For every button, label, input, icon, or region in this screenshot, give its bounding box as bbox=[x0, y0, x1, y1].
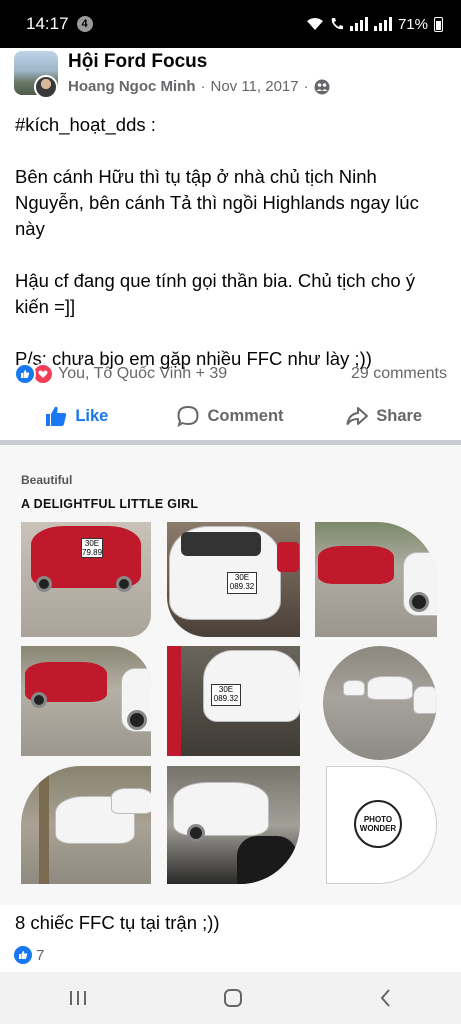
signal-icon-2 bbox=[373, 17, 392, 31]
post-body: #kích_hoạt_dds : Bên cánh Hữu thì tụ tập… bbox=[15, 112, 450, 372]
call-icon bbox=[331, 18, 343, 30]
group-name-link[interactable]: Hội Ford Focus bbox=[68, 51, 330, 73]
home-icon[interactable] bbox=[223, 988, 243, 1008]
meta-separator-2: · bbox=[303, 78, 309, 95]
status-bar: 14:17 4 71% bbox=[0, 0, 461, 48]
collage-photo[interactable] bbox=[167, 766, 300, 884]
collage-photo[interactable] bbox=[323, 646, 437, 760]
collage-photo[interactable]: 30E 089.32 bbox=[167, 646, 300, 756]
post-paragraph: Bên cánh Hữu thì tụ tập ở nhà chủ tịch N… bbox=[15, 166, 424, 239]
author-name-link[interactable]: Hoang Ngoc Minh bbox=[68, 77, 196, 97]
collage-title: A DELIGHTFUL LITTLE GIRL bbox=[21, 497, 199, 511]
share-label: Share bbox=[376, 406, 423, 425]
reaction-icons[interactable]: You, Tô Quốc Vinh + 39 bbox=[14, 363, 227, 385]
back-icon[interactable] bbox=[378, 988, 394, 1008]
reactions-names[interactable]: You, Tô Quốc Vinh + 39 bbox=[58, 365, 227, 383]
notification-count-badge: 4 bbox=[76, 16, 93, 32]
author-avatar[interactable] bbox=[34, 75, 58, 99]
status-time: 14:17 bbox=[26, 14, 69, 33]
group-members-icon bbox=[314, 79, 330, 95]
battery-percent: 71% bbox=[397, 15, 428, 33]
speech-bubble-icon bbox=[177, 405, 199, 427]
recent-apps-icon[interactable] bbox=[68, 989, 88, 1007]
share-arrow-icon bbox=[346, 407, 369, 425]
comment-button[interactable]: Comment bbox=[154, 405, 308, 427]
license-plate: 30E 089.32 bbox=[211, 684, 241, 706]
post2-caption: 8 chiếc FFC tụ tại trận ;)) bbox=[15, 912, 220, 933]
license-plate: 30E 089.32 bbox=[227, 572, 257, 594]
post2-reactions[interactable]: 7 bbox=[14, 946, 44, 964]
post2-reaction-count: 7 bbox=[36, 946, 45, 964]
battery-icon bbox=[434, 16, 443, 32]
share-button[interactable]: Share bbox=[307, 405, 461, 427]
like-button[interactable]: Like bbox=[0, 405, 154, 427]
post-actions-bar: Like Comment Share bbox=[0, 396, 461, 436]
wifi-icon bbox=[306, 18, 323, 30]
stamp-line-2: WONDER bbox=[359, 824, 397, 833]
post-paragraph: #kích_hoạt_dds : bbox=[15, 114, 156, 135]
collage-photo[interactable] bbox=[315, 522, 437, 637]
collage-subtitle: Beautiful bbox=[21, 473, 73, 487]
meta-separator: · bbox=[200, 78, 206, 95]
post-header: Hội Ford Focus Hoang Ngoc Minh · Nov 11,… bbox=[14, 51, 447, 99]
comment-label: Comment bbox=[207, 406, 284, 425]
thumbs-up-icon bbox=[46, 406, 67, 426]
signal-icon bbox=[349, 17, 368, 31]
like-reaction-icon bbox=[14, 946, 32, 964]
reactions-summary: You, Tô Quốc Vinh + 39 29 comments bbox=[14, 362, 447, 386]
post-date[interactable]: Nov 11, 2017 bbox=[211, 77, 299, 97]
collage-photo[interactable]: 30E 089.32 bbox=[167, 522, 300, 637]
system-navigation-bar bbox=[0, 972, 461, 1024]
like-reaction-icon bbox=[14, 363, 36, 385]
collage-photo[interactable] bbox=[21, 646, 151, 756]
group-avatar[interactable] bbox=[14, 51, 58, 99]
post-paragraph: Hậu cf đang que tính gọi thần bia. Chủ t… bbox=[15, 270, 421, 317]
stamp-line-1: PHOTO bbox=[363, 815, 393, 824]
collage-photo[interactable] bbox=[21, 766, 151, 884]
comments-count-link[interactable]: 29 comments bbox=[351, 365, 447, 383]
photo-wonder-watermark: PHOTO WONDER bbox=[354, 800, 402, 848]
like-label: Like bbox=[75, 406, 109, 425]
collage-photo[interactable]: 30E 79.89 bbox=[21, 522, 151, 637]
license-plate: 30E 79.89 bbox=[81, 538, 103, 558]
